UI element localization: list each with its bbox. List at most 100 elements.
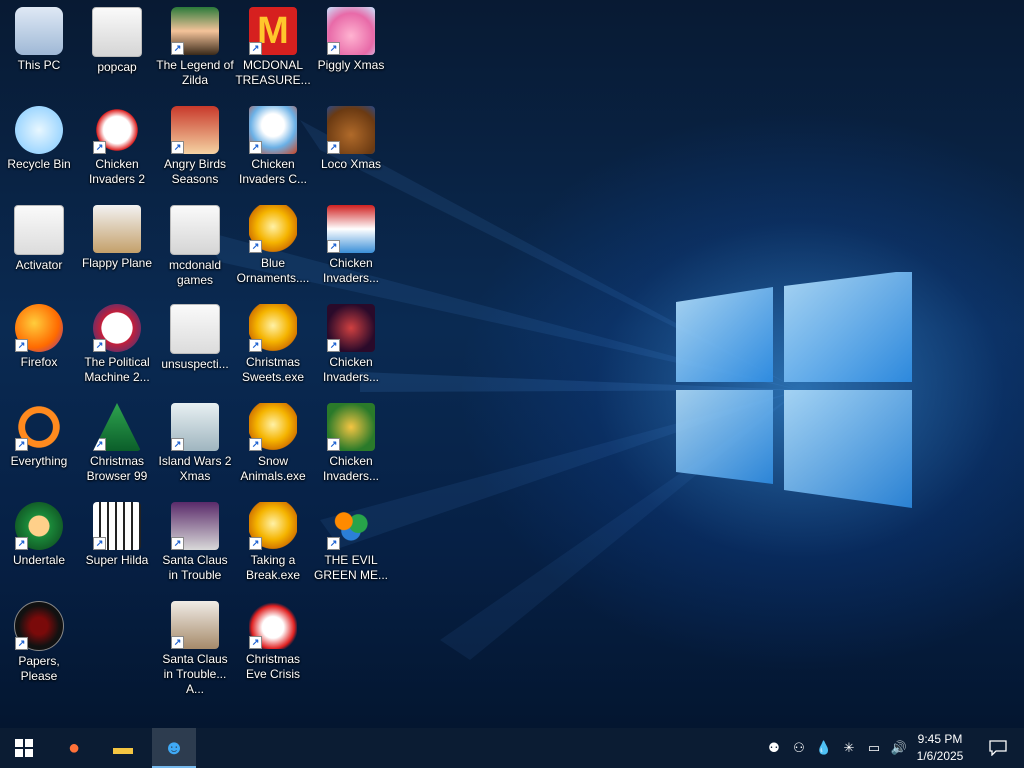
desktop-icon-christmas-browser-99[interactable]: ↗ Christmas Browser 99 [78, 398, 156, 494]
desktop-icon-undertale[interactable]: ↗ Undertale [0, 497, 78, 593]
photo-icon [93, 205, 141, 253]
desktop-icon-popcap[interactable]: popcap [78, 2, 156, 98]
volume-icon[interactable]: 🔊 [889, 738, 909, 758]
desktop-icon-christmas-eve-crisis[interactable]: ↗ Christmas Eve Crisis [234, 596, 312, 692]
desktop-icon-label: Piggly Xmas [317, 58, 385, 72]
desktop-icon-label: Taking a Break.exe [245, 553, 301, 582]
desktop[interactable]: This PC Recycle Bin Activator ↗ Firefox ↗ Ever… [0, 0, 1024, 728]
desktop-icon-label: Christmas Browser 99 [86, 454, 148, 483]
pixel-icon: ↗ [93, 502, 141, 550]
taskbar-firefox-button[interactable]: ● [52, 728, 96, 768]
file-icon [170, 304, 220, 354]
pc-icon [15, 7, 63, 55]
burst-icon: ↗ [249, 205, 297, 253]
santa2-icon: ↗ [171, 601, 219, 649]
speech-bubble-icon [989, 740, 1007, 757]
tray-asterisk-icon[interactable]: ✳ [839, 738, 859, 758]
desktop-icon-piggly-xmas[interactable]: ↗ Piggly Xmas [312, 2, 390, 98]
search-icon: ↗ [15, 403, 63, 451]
desktop-icon-loco-xmas[interactable]: ↗ Loco Xmas [312, 101, 390, 197]
desktop-icon-the-legend-of-zilda[interactable]: ↗ The Legend of Zilda [156, 2, 234, 98]
shortcut-arrow-icon: ↗ [15, 339, 28, 352]
desktop-icon-label: The Legend of Zilda [156, 58, 234, 87]
desktop-icon-label: Island Wars 2 Xmas [158, 454, 232, 483]
desktop-icon-activator[interactable]: Activator [0, 200, 78, 296]
desktop-icon-flappy-plane[interactable]: Flappy Plane [78, 200, 156, 296]
desktop-icon-label: This PC [17, 58, 61, 72]
desktop-icon-label: Christmas Sweets.exe [241, 355, 305, 384]
desktop-icon-recycle-bin[interactable]: Recycle Bin [0, 101, 78, 197]
desktop-icon-santa-claus-in-trouble[interactable]: ↗ Santa Claus in Trouble [156, 497, 234, 593]
shortcut-arrow-icon: ↗ [327, 339, 340, 352]
notifications-button[interactable] [976, 728, 1020, 768]
circle-green-icon: ↗ [15, 502, 63, 550]
shortcut-arrow-icon: ↗ [327, 438, 340, 451]
desktop-icon-this-pc[interactable]: This PC [0, 2, 78, 98]
political-icon: ↗ [93, 304, 141, 352]
taskbar-messenger-button[interactable]: ☻ [152, 728, 196, 768]
desktop-icon-label: Firefox [20, 355, 58, 369]
taskbar-file-explorer-button[interactable]: ▬ [101, 728, 145, 768]
shortcut-arrow-icon: ↗ [249, 339, 262, 352]
network-icon[interactable]: ▭ [864, 738, 884, 758]
desktop-icon-unsuspecti[interactable]: unsuspecti... [156, 299, 234, 395]
shortcut-arrow-icon: ↗ [327, 141, 340, 154]
desktop-icon-angry-birds-seasons[interactable]: ↗ Angry Birds Seasons [156, 101, 234, 197]
desktop-icon-label: Blue Ornaments.... [236, 256, 310, 285]
desktop-icon-papers-please[interactable]: ↗ Papers, Please [0, 596, 78, 692]
mcd-icon: M ↗ [249, 7, 297, 55]
desktop-icon-label: MCDONAL TREASURE... [235, 58, 311, 87]
desktop-icon-label: popcap [97, 60, 137, 74]
desktop-icon-label: Flappy Plane [81, 256, 153, 270]
tray-app-icon-2[interactable]: ⚇ [789, 738, 809, 758]
desktop-icon-chicken-invaders-c[interactable]: ↗ Chicken Invaders C... [234, 101, 312, 197]
desktop-icon-everything[interactable]: ↗ Everything [0, 398, 78, 494]
bear-icon: ↗ [327, 106, 375, 154]
angry-icon: ↗ [171, 106, 219, 154]
shortcut-arrow-icon: ↗ [327, 42, 340, 55]
desktop-icon-label: mcdonald games [168, 258, 222, 287]
shortcut-arrow-icon: ↗ [249, 42, 262, 55]
desktop-icon-snow-animals-exe[interactable]: ↗ Snow Animals.exe [234, 398, 312, 494]
desktop-icon-label: Undertale [12, 553, 66, 567]
desktop-icon-label: Santa Claus in Trouble... A... [162, 652, 228, 696]
desktop-icon-label: Angry Birds Seasons [163, 157, 227, 186]
burst-icon: ↗ [249, 304, 297, 352]
desktop-icon-label: Chicken Invaders C... [238, 157, 308, 186]
desktop-icon-mcdonald-games[interactable]: mcdonald games [156, 200, 234, 296]
shortcut-arrow-icon: ↗ [171, 141, 184, 154]
desktop-icon-island-wars-2-xmas[interactable]: ↗ Island Wars 2 Xmas [156, 398, 234, 494]
shortcut-arrow-icon: ↗ [171, 537, 184, 550]
shortcut-arrow-icon: ↗ [249, 537, 262, 550]
desktop-icon-super-hilda[interactable]: ↗ Super Hilda [78, 497, 156, 593]
shortcut-arrow-icon: ↗ [15, 438, 28, 451]
shortcut-arrow-icon: ↗ [171, 42, 184, 55]
desktop-icon-the-evil-green-me[interactable]: ↗ THE EVIL GREEN ME... [312, 497, 390, 593]
shortcut-arrow-icon: ↗ [15, 537, 28, 550]
desktop-icon-chicken-invaders[interactable]: ↗ Chicken Invaders... [312, 398, 390, 494]
windows-logo-wallpaper [676, 272, 912, 508]
desktop-icon-the-political-machine-2[interactable]: ↗ The Political Machine 2... [78, 299, 156, 395]
start-button[interactable] [2, 728, 46, 768]
firefox-icon: ● [67, 737, 81, 759]
desktop-icon-chicken-invaders[interactable]: ↗ Chicken Invaders... [312, 299, 390, 395]
tray-app-icon-1[interactable]: ⚉ [764, 738, 784, 758]
desktop-icon-blue-ornaments[interactable]: ↗ Blue Ornaments.... [234, 200, 312, 296]
tray-drop-icon[interactable]: 💧 [814, 738, 834, 758]
desktop-icon-chicken-invaders[interactable]: ↗ Chicken Invaders... [312, 200, 390, 296]
desktop-icon-taking-a-break-exe[interactable]: ↗ Taking a Break.exe [234, 497, 312, 593]
desktop-icon-label: Snow Animals.exe [240, 454, 306, 483]
desktop-icon-label: Loco Xmas [320, 157, 382, 171]
desktop-icon-christmas-sweets-exe[interactable]: ↗ Christmas Sweets.exe [234, 299, 312, 395]
desktop-icon-label: Recycle Bin [7, 157, 71, 171]
desktop-icon-chicken-invaders-2[interactable]: ↗ Chicken Invaders 2 [78, 101, 156, 197]
shortcut-arrow-icon: ↗ [249, 141, 262, 154]
desktop-icon-mcdonal-treasure[interactable]: M ↗ MCDONAL TREASURE... [234, 2, 312, 98]
desktop-icon-firefox[interactable]: ↗ Firefox [0, 299, 78, 395]
desktop-icon-santa-claus-in-trouble-a[interactable]: ↗ Santa Claus in Trouble... A... [156, 596, 234, 696]
shortcut-arrow-icon: ↗ [93, 438, 106, 451]
messenger-icon: ↗ [327, 502, 375, 550]
desktop-icon-label: unsuspecti... [161, 357, 229, 371]
circle-black-icon: ↗ [14, 601, 64, 651]
clock[interactable]: 9:45 PM 1/6/2025 [910, 731, 970, 765]
